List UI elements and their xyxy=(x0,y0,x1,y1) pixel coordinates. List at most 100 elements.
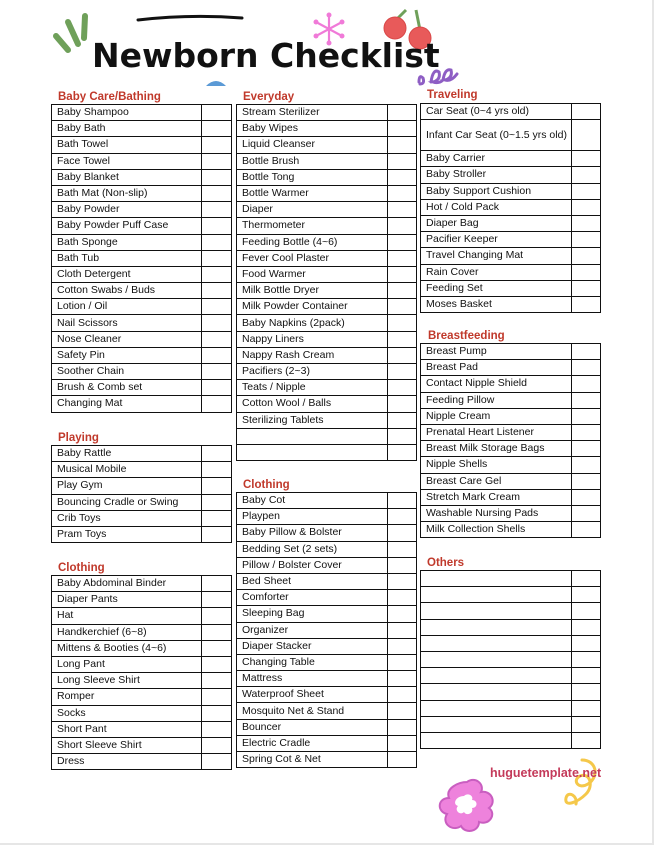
check-box[interactable] xyxy=(571,731,601,750)
check-box[interactable] xyxy=(387,346,417,365)
check-box[interactable] xyxy=(201,298,232,316)
check-box[interactable] xyxy=(571,263,601,281)
check-box[interactable] xyxy=(571,423,601,442)
check-box[interactable] xyxy=(387,524,417,542)
check-box[interactable] xyxy=(571,166,601,184)
check-box[interactable] xyxy=(571,472,601,490)
check-box[interactable] xyxy=(201,201,232,219)
check-box[interactable] xyxy=(201,623,232,641)
check-box[interactable] xyxy=(571,391,601,409)
check-box[interactable] xyxy=(201,330,232,348)
check-box[interactable] xyxy=(201,639,232,657)
check-box[interactable] xyxy=(571,182,601,200)
check-box[interactable] xyxy=(201,120,232,138)
check-box[interactable] xyxy=(571,504,601,523)
check-box[interactable] xyxy=(387,670,417,688)
check-box[interactable] xyxy=(201,525,232,544)
check-box[interactable] xyxy=(201,753,232,771)
check-box[interactable] xyxy=(387,653,417,672)
check-box[interactable] xyxy=(387,556,417,574)
check-box[interactable] xyxy=(201,736,232,755)
check-box[interactable] xyxy=(387,282,417,300)
check-box[interactable] xyxy=(201,509,232,527)
check-box[interactable] xyxy=(201,477,232,495)
check-box[interactable] xyxy=(387,427,417,445)
check-box[interactable] xyxy=(571,150,601,168)
check-box[interactable] xyxy=(201,168,232,186)
check-box[interactable] xyxy=(387,330,417,348)
check-box[interactable] xyxy=(201,493,232,511)
check-box[interactable] xyxy=(571,521,601,539)
check-box[interactable] xyxy=(387,168,417,186)
check-box[interactable] xyxy=(387,750,417,769)
check-box[interactable] xyxy=(387,702,417,720)
check-box[interactable] xyxy=(571,715,601,733)
check-box[interactable] xyxy=(571,699,601,717)
check-box[interactable] xyxy=(201,282,232,300)
check-box[interactable] xyxy=(387,379,417,397)
check-box[interactable] xyxy=(201,688,232,706)
check-box[interactable] xyxy=(201,461,232,479)
check-box[interactable] xyxy=(571,247,601,265)
check-box[interactable] xyxy=(387,637,417,655)
check-box[interactable] xyxy=(571,279,601,297)
check-box[interactable] xyxy=(571,602,601,620)
check-box[interactable] xyxy=(201,233,232,251)
check-box[interactable] xyxy=(387,103,417,122)
check-box[interactable] xyxy=(571,683,601,701)
check-box[interactable] xyxy=(571,198,601,216)
check-box[interactable] xyxy=(201,672,232,690)
check-box[interactable] xyxy=(201,720,232,738)
check-box[interactable] xyxy=(571,618,601,636)
check-box[interactable] xyxy=(387,184,417,203)
check-box[interactable] xyxy=(201,314,232,332)
check-box[interactable] xyxy=(201,184,232,203)
check-box[interactable] xyxy=(201,655,232,674)
check-box[interactable] xyxy=(571,295,601,314)
check-box[interactable] xyxy=(387,265,417,284)
check-box[interactable] xyxy=(387,540,417,558)
check-box[interactable] xyxy=(201,152,232,170)
check-box[interactable] xyxy=(571,586,601,604)
check-box[interactable] xyxy=(201,249,232,267)
check-box[interactable] xyxy=(201,574,232,593)
check-box[interactable] xyxy=(387,233,417,251)
check-box[interactable] xyxy=(571,488,601,506)
check-box[interactable] xyxy=(571,634,601,652)
check-box[interactable] xyxy=(201,265,232,284)
check-box[interactable] xyxy=(571,342,601,361)
check-box[interactable] xyxy=(387,411,417,429)
check-box[interactable] xyxy=(387,362,417,381)
check-box[interactable] xyxy=(201,103,232,122)
check-box[interactable] xyxy=(571,456,601,474)
check-box[interactable] xyxy=(201,607,232,625)
check-box[interactable] xyxy=(571,650,601,669)
check-box[interactable] xyxy=(387,217,417,235)
check-box[interactable] xyxy=(571,102,601,121)
check-box[interactable] xyxy=(387,298,417,316)
check-box[interactable] xyxy=(387,589,417,607)
check-box[interactable] xyxy=(571,667,601,685)
check-box[interactable] xyxy=(387,201,417,219)
check-box[interactable] xyxy=(571,375,601,393)
check-box[interactable] xyxy=(571,214,601,233)
check-box[interactable] xyxy=(201,217,232,235)
check-box[interactable] xyxy=(571,119,601,152)
check-box[interactable] xyxy=(201,444,232,463)
check-box[interactable] xyxy=(387,120,417,138)
check-box[interactable] xyxy=(387,718,417,736)
check-box[interactable] xyxy=(387,621,417,639)
check-box[interactable] xyxy=(571,407,601,425)
check-box[interactable] xyxy=(201,591,232,609)
check-box[interactable] xyxy=(387,249,417,267)
check-box[interactable] xyxy=(387,443,417,462)
check-box[interactable] xyxy=(387,395,417,413)
check-box[interactable] xyxy=(387,572,417,591)
check-box[interactable] xyxy=(387,314,417,332)
check-box[interactable] xyxy=(387,605,417,623)
check-box[interactable] xyxy=(387,508,417,526)
check-box[interactable] xyxy=(387,686,417,704)
check-box[interactable] xyxy=(571,359,601,377)
check-box[interactable] xyxy=(387,136,417,154)
check-box[interactable] xyxy=(387,152,417,170)
